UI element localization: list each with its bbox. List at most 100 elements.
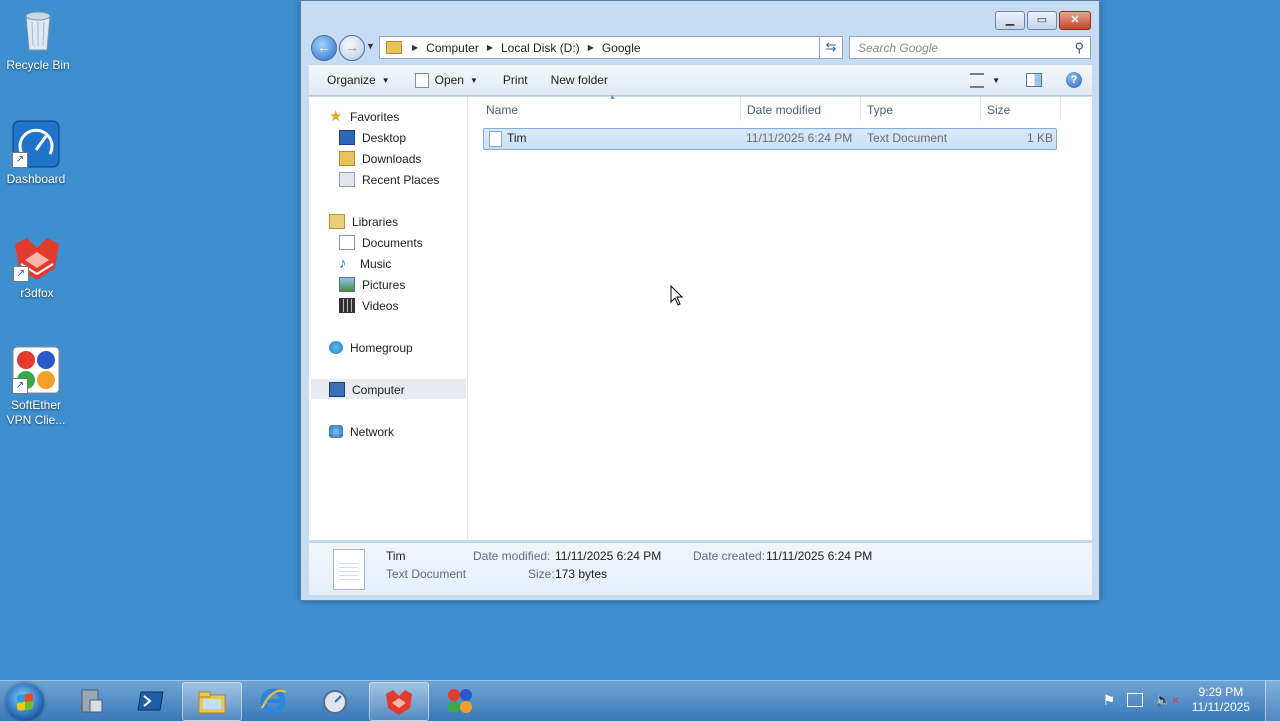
r3dfox-icon xyxy=(386,689,412,715)
libraries-icon xyxy=(329,214,345,229)
nav-libraries[interactable]: Libraries xyxy=(329,211,398,232)
taskbar-powershell[interactable] xyxy=(122,682,180,719)
volume-muted-icon[interactable]: 🔈✕ xyxy=(1155,692,1180,708)
shortcut-arrow-icon: ↗ xyxy=(12,378,28,394)
clock-time: 9:29 PM xyxy=(1198,685,1244,699)
column-header-size[interactable]: Size xyxy=(987,102,1010,122)
search-icon[interactable]: ⚲ xyxy=(1074,40,1084,56)
open-button[interactable]: Open ▼ xyxy=(399,72,487,88)
taskbar-internet-explorer[interactable] xyxy=(244,682,302,719)
network-icon xyxy=(329,425,343,438)
notepad-icon xyxy=(414,72,429,88)
breadcrumb-arrow-icon[interactable]: ▶ xyxy=(412,43,418,52)
taskbar-windows-explorer[interactable] xyxy=(182,682,242,721)
recent-pages-dropdown[interactable]: ▼ xyxy=(366,41,375,51)
network-tray-icon[interactable] xyxy=(1127,693,1144,707)
clock[interactable]: 9:29 PM 11/11/2025 xyxy=(1192,685,1250,715)
nav-music[interactable]: ♪ Music xyxy=(339,253,391,274)
desktop-icon-label: r3dfox xyxy=(20,286,54,300)
text-document-icon xyxy=(333,549,365,590)
maximize-button[interactable]: ▭ xyxy=(1027,11,1057,30)
file-name[interactable]: Tim xyxy=(507,131,527,145)
server-manager-icon xyxy=(81,689,103,712)
taskbar-dashboard[interactable] xyxy=(306,682,364,719)
taskbar-server-manager[interactable] xyxy=(62,682,120,719)
refresh-button[interactable]: ⇆ xyxy=(819,36,843,59)
downloads-folder-icon xyxy=(339,151,355,166)
softether-vpn-icon xyxy=(448,688,472,713)
nav-downloads[interactable]: Downloads xyxy=(339,148,421,169)
softether-vpn-icon: ↗ xyxy=(12,346,60,394)
file-type: Text Document xyxy=(867,131,948,145)
start-button[interactable] xyxy=(6,683,44,721)
desktop-icon-recycle-bin[interactable]: Recycle Bin xyxy=(0,6,76,73)
details-date-modified-label: Date modified: xyxy=(473,549,551,563)
preview-pane-button[interactable] xyxy=(1026,73,1042,87)
details-size: 173 bytes xyxy=(555,567,608,581)
taskbar: ⚑ 🔈✕ 9:29 PM 11/11/2025 xyxy=(0,680,1280,721)
column-header-date-modified[interactable]: Date modified xyxy=(747,102,821,122)
command-bar: Organize ▼ Open ▼ Print New folder ▼ ? xyxy=(309,65,1092,96)
navigation-pane: ★ Favorites Desktop Downloads Recent Pla… xyxy=(309,97,468,540)
desktop-icon-dashboard[interactable]: ↗ Dashboard xyxy=(0,120,74,187)
nav-homegroup[interactable]: Homegroup xyxy=(329,337,413,358)
address-bar[interactable]: ▶ Computer▶ Local Disk (D:)▶ Google ▼ xyxy=(379,36,843,59)
nav-network[interactable]: Network xyxy=(329,421,394,442)
nav-recent-places[interactable]: Recent Places xyxy=(339,169,439,190)
homegroup-icon xyxy=(329,341,343,354)
videos-icon xyxy=(339,298,355,313)
breadcrumb-local-disk[interactable]: Local Disk (D:) ▶ xyxy=(501,41,602,55)
forward-button[interactable]: → xyxy=(339,35,365,61)
star-icon: ★ xyxy=(329,108,343,125)
breadcrumb-arrow-icon[interactable]: ▶ xyxy=(588,43,594,52)
taskbar-softether[interactable] xyxy=(431,682,489,719)
desktop-icon-softether[interactable]: ↗ SoftEther VPN Clie... xyxy=(0,346,74,428)
help-button[interactable]: ? xyxy=(1066,72,1082,88)
breadcrumb-computer[interactable]: Computer ▶ xyxy=(426,41,501,55)
change-view-button[interactable]: ▼ xyxy=(970,72,1000,88)
breadcrumb-arrow-icon[interactable]: ▶ xyxy=(487,43,493,52)
chevron-down-icon: ▼ xyxy=(992,75,1000,85)
nav-pictures[interactable]: Pictures xyxy=(339,274,405,295)
minimize-button[interactable]: ▁ xyxy=(995,11,1025,30)
nav-favorites[interactable]: ★ Favorites xyxy=(329,106,399,127)
print-button[interactable]: Print xyxy=(487,73,537,87)
nav-desktop[interactable]: Desktop xyxy=(339,127,406,148)
sort-arrow-icon: ▲ xyxy=(609,94,616,101)
nav-videos[interactable]: Videos xyxy=(339,295,398,316)
search-input[interactable]: Search Google ⚲ xyxy=(849,36,1091,59)
clock-date: 11/11/2025 xyxy=(1191,700,1250,714)
recycle-bin-icon xyxy=(14,6,62,54)
desktop-icon-label: Dashboard xyxy=(6,172,66,186)
desktop-icon-label: Recycle Bin xyxy=(6,58,70,72)
desktop-icon-label: SoftEther VPN Clie... xyxy=(6,398,66,427)
details-date-created-label: Date created: xyxy=(693,549,766,563)
mouse-cursor-icon xyxy=(670,285,683,306)
action-center-flag-icon[interactable]: ⚑ xyxy=(1103,692,1116,709)
details-date-modified: 11/11/2025 6:24 PM xyxy=(555,549,662,563)
windows-explorer-icon xyxy=(198,691,226,713)
chevron-down-icon: ▼ xyxy=(381,75,390,85)
search-placeholder: Search Google xyxy=(858,40,939,55)
organize-button[interactable]: Organize ▼ xyxy=(309,73,399,87)
music-icon: ♪ xyxy=(339,255,347,272)
details-file-name: Tim xyxy=(386,549,406,563)
breadcrumb-google[interactable]: Google xyxy=(602,41,641,55)
nav-documents[interactable]: Documents xyxy=(339,232,423,253)
dashboard-icon xyxy=(323,689,347,714)
desktop-icon xyxy=(339,130,355,145)
column-header-name[interactable]: Name xyxy=(486,102,518,122)
dashboard-icon: ↗ xyxy=(12,120,60,168)
chevron-down-icon: ▼ xyxy=(469,75,478,85)
file-list: ▲ Name Date modified Type Size Tim 11/11… xyxy=(469,94,1092,540)
new-folder-button[interactable]: New folder xyxy=(537,73,617,87)
nav-computer[interactable]: Computer xyxy=(329,379,405,400)
taskbar-r3dfox[interactable] xyxy=(369,682,429,721)
show-desktop-button[interactable] xyxy=(1265,681,1280,721)
column-header-type[interactable]: Type xyxy=(867,102,893,122)
back-button[interactable]: ← xyxy=(311,35,337,61)
close-button[interactable]: ✕ xyxy=(1059,11,1091,30)
desktop-icon-r3dfox[interactable]: ↗ r3dfox xyxy=(0,234,75,301)
explorer-window: ▁ ▭ ✕ ← → ▼ ▶ Computer ▶ Local Disk (D:) ▶… xyxy=(300,0,1100,601)
recent-places-icon xyxy=(339,172,355,187)
